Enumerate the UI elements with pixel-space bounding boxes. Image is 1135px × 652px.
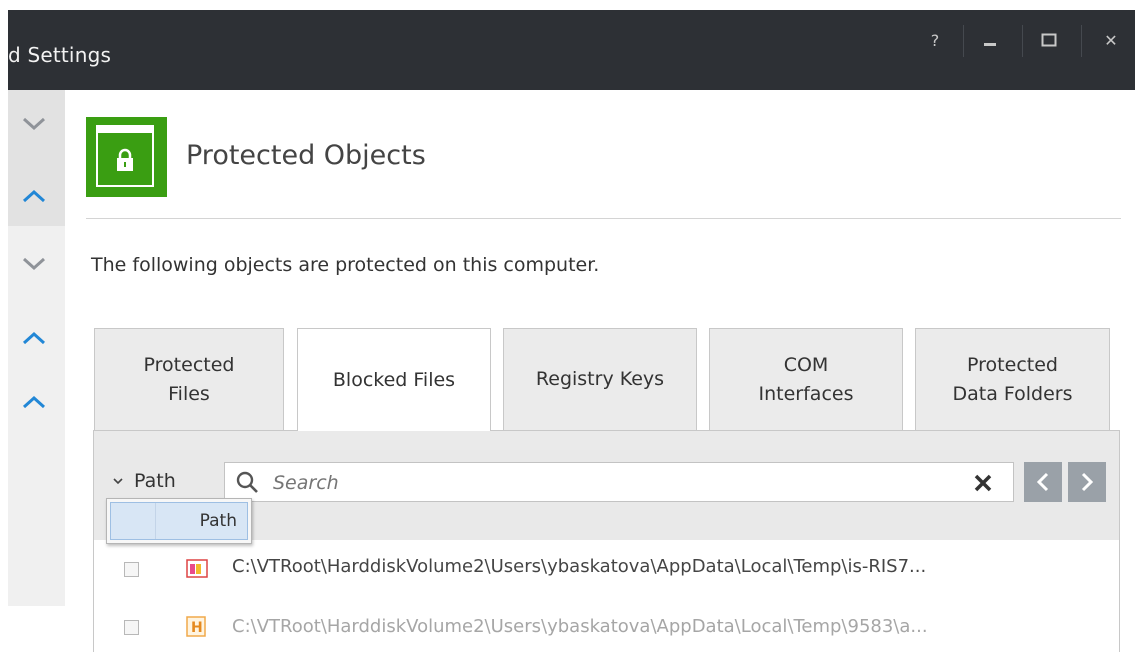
search-icon xyxy=(236,471,258,493)
separator xyxy=(1081,25,1082,57)
page-title: Protected Objects xyxy=(186,140,426,171)
list-item[interactable]: C:\VTRoot\HarddiskVolume2\Users\ybaskato… xyxy=(94,540,1119,596)
sidebar-item[interactable] xyxy=(8,90,65,158)
protected-objects-icon xyxy=(86,117,167,197)
chevron-up-icon xyxy=(22,331,46,345)
help-button[interactable]: ? xyxy=(910,20,960,60)
maximize-button[interactable] xyxy=(1024,20,1074,60)
minimize-button[interactable] xyxy=(965,20,1015,60)
row-checkbox[interactable] xyxy=(124,562,139,577)
dropdown-option[interactable]: Path xyxy=(110,502,248,540)
chevron-down-icon xyxy=(113,478,123,485)
chevron-right-icon xyxy=(1081,472,1094,492)
chevron-up-icon xyxy=(22,395,46,409)
chevron-down-icon xyxy=(22,117,46,131)
sidebar-item[interactable] xyxy=(8,236,65,304)
maximize-icon xyxy=(1041,33,1057,47)
tab-protected-data-folders[interactable]: Protected Data Folders xyxy=(915,328,1110,430)
blocked-files-list: C:\VTRoot\HarddiskVolume2\Users\ybaskato… xyxy=(94,540,1119,652)
chevron-down-icon xyxy=(22,257,46,271)
tab-com-interfaces[interactable]: COM Interfaces xyxy=(709,328,903,430)
tab-protected-files[interactable]: Protected Files xyxy=(94,328,284,430)
sidebar xyxy=(8,90,65,606)
page-description: The following objects are protected on t… xyxy=(91,254,600,276)
file-icon xyxy=(186,559,208,578)
separator xyxy=(963,25,964,57)
file-path: C:\VTRoot\HarddiskVolume2\Users\ybaskato… xyxy=(232,556,927,577)
close-button[interactable]: ✕ xyxy=(1086,20,1135,60)
title-bar: d Settings ? ✕ xyxy=(8,10,1135,90)
minimize-icon xyxy=(984,43,996,46)
clear-search-icon[interactable] xyxy=(972,472,994,494)
search-box[interactable] xyxy=(224,462,1014,502)
svg-text:H: H xyxy=(191,620,203,636)
column-filter-label: Path xyxy=(134,470,176,492)
tab-registry-keys[interactable]: Registry Keys xyxy=(503,328,697,430)
file-icon: H xyxy=(186,616,206,637)
sidebar-item[interactable] xyxy=(8,316,65,384)
divider xyxy=(86,218,1121,219)
chevron-left-icon xyxy=(1036,472,1049,492)
separator xyxy=(1022,25,1023,57)
column-filter-dropdown: Path xyxy=(106,498,252,544)
lock-icon xyxy=(117,148,133,171)
next-button[interactable] xyxy=(1068,462,1106,502)
search-input[interactable] xyxy=(271,469,955,497)
column-filter-select[interactable]: Path xyxy=(112,470,176,492)
window-title: d Settings xyxy=(8,43,112,67)
tab-blocked-files[interactable]: Blocked Files xyxy=(297,328,491,431)
sidebar-item[interactable] xyxy=(8,382,65,450)
chevron-up-icon xyxy=(22,189,46,203)
window-frame-icon xyxy=(96,125,154,187)
previous-button[interactable] xyxy=(1024,462,1062,502)
list-item[interactable]: H C:\VTRoot\HarddiskVolume2\Users\ybaska… xyxy=(94,596,1119,652)
file-path: C:\VTRoot\HarddiskVolume2\Users\ybaskato… xyxy=(232,616,928,637)
row-checkbox[interactable] xyxy=(124,620,139,635)
sidebar-item[interactable] xyxy=(8,158,65,226)
dropdown-option-label: Path xyxy=(199,511,237,531)
